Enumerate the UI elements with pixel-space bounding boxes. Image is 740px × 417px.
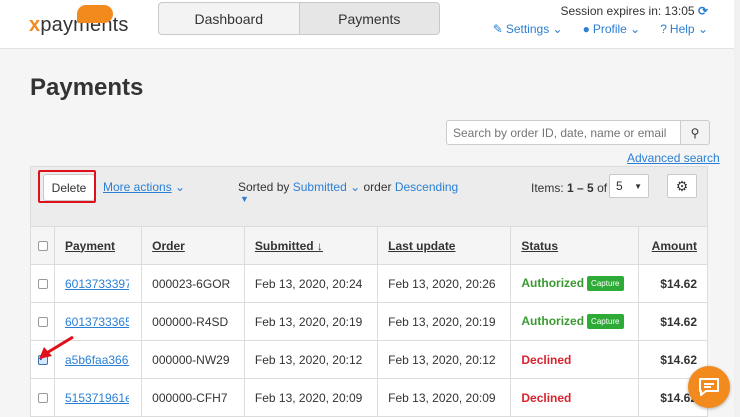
tab-payments[interactable]: Payments bbox=[298, 3, 439, 34]
sort-order-link[interactable]: Descending bbox=[395, 180, 458, 194]
submitted-cell: Feb 13, 2020, 20:12 bbox=[243, 340, 379, 379]
select-all-cell bbox=[30, 226, 55, 265]
status-cell: Declined bbox=[510, 378, 640, 417]
search-icon: ⚲ bbox=[690, 125, 700, 140]
delete-highlight-box bbox=[38, 170, 96, 203]
chat-bubble-icon bbox=[699, 378, 719, 396]
payment-id-cell: 515371961e71 bbox=[53, 378, 143, 417]
submitted-cell: Feb 13, 2020, 20:09 bbox=[243, 378, 379, 417]
submitted-cell: Feb 13, 2020, 20:19 bbox=[243, 302, 379, 341]
status-badge: Authorized bbox=[521, 313, 585, 328]
session-timer: Session expires in: 13:05 ⟳ bbox=[561, 4, 709, 18]
refresh-icon[interactable]: ⟳ bbox=[698, 4, 708, 18]
amount-cell: $14.62 bbox=[638, 302, 708, 341]
order-cell: 000023-6GOR bbox=[141, 264, 245, 303]
search-bar: ⚲ bbox=[446, 120, 710, 145]
per-page-select[interactable]: 5 ▼ bbox=[609, 174, 649, 198]
order-cell: 000000-R4SD bbox=[141, 302, 245, 341]
payment-id-link[interactable]: 515371961e71 bbox=[65, 391, 129, 405]
profile-menu[interactable]: ● Profile ⌄ bbox=[583, 22, 641, 36]
sort-controls: Sorted by Submitted ⌄ order Descending bbox=[238, 179, 458, 195]
main-tabs: Dashboard Payments bbox=[158, 2, 440, 35]
page-scrollbar[interactable] bbox=[734, 0, 740, 417]
last-update-cell: Feb 13, 2020, 20:09 bbox=[377, 378, 512, 417]
tab-dashboard[interactable]: Dashboard bbox=[159, 3, 299, 34]
help-menu[interactable]: ? Help ⌄ bbox=[660, 22, 708, 36]
col-payment[interactable]: Payment bbox=[53, 226, 143, 265]
order-cell: 000000-CFH7 bbox=[141, 378, 245, 417]
payment-id-cell: 60137333979 bbox=[53, 264, 143, 303]
table-header-row: Payment Order Submitted ↓ Last update St… bbox=[30, 226, 708, 265]
sorted-by-label: Sorted by bbox=[238, 180, 290, 194]
logo-badge-icon bbox=[77, 5, 113, 23]
help-label: Help bbox=[669, 22, 695, 36]
order-cell: 000000-NW29 bbox=[141, 340, 245, 379]
status-badge: Declined bbox=[521, 390, 572, 405]
col-status[interactable]: Status bbox=[510, 226, 640, 265]
table-row: a5b6faa3662b 000000-NW29 Feb 13, 2020, 2… bbox=[30, 340, 708, 379]
amount-cell: $14.62 bbox=[638, 264, 708, 303]
sort-field-value: Submitted bbox=[292, 180, 347, 194]
user-icon: ● bbox=[582, 22, 590, 36]
more-actions-label: More actions bbox=[103, 180, 172, 194]
logo-x: x bbox=[29, 14, 41, 36]
table-row: 515371961e71 000000-CFH7 Feb 13, 2020, 2… bbox=[30, 378, 708, 417]
payment-id-link[interactable]: 60137333979 bbox=[65, 277, 129, 291]
settings-label: Settings bbox=[505, 22, 550, 36]
gear-icon: ⚙ bbox=[675, 177, 689, 194]
items-range: 1 – 5 bbox=[567, 181, 594, 195]
order-label: order bbox=[363, 180, 392, 194]
page-title: Payments bbox=[30, 74, 144, 101]
last-update-cell: Feb 13, 2020, 20:19 bbox=[377, 302, 512, 341]
table-row: 60137333656 000000-R4SD Feb 13, 2020, 20… bbox=[30, 302, 708, 341]
capture-button[interactable]: Capture bbox=[587, 276, 624, 292]
red-arrow-annotation bbox=[39, 335, 74, 359]
wrench-icon: ✎ bbox=[492, 22, 503, 36]
settings-menu[interactable]: ✎ Settings ⌄ bbox=[493, 22, 563, 36]
chevron-down-icon: ⌄ bbox=[175, 180, 186, 194]
items-counter: Items: 1 – 5 of 5, bbox=[531, 181, 620, 195]
col-amount[interactable]: Amount bbox=[638, 226, 708, 265]
row-checkbox[interactable] bbox=[37, 393, 48, 404]
col-order[interactable]: Order bbox=[141, 226, 245, 265]
status-cell: Authorized Capture bbox=[510, 302, 640, 341]
select-all-checkbox[interactable] bbox=[37, 241, 48, 252]
settings-gear-button[interactable]: ⚙ bbox=[667, 174, 697, 198]
table-row: 60137333979 000023-6GOR Feb 13, 2020, 20… bbox=[30, 264, 708, 303]
row-checkbox[interactable] bbox=[37, 279, 48, 290]
payment-id-link[interactable]: 60137333656 bbox=[65, 315, 129, 329]
more-actions-dropdown[interactable]: More actions ⌄ bbox=[103, 180, 185, 194]
row-select-cell bbox=[30, 378, 55, 417]
last-update-cell: Feb 13, 2020, 20:12 bbox=[377, 340, 512, 379]
status-cell: Authorized Capture bbox=[510, 264, 640, 303]
col-submitted[interactable]: Submitted ↓ bbox=[243, 226, 379, 265]
row-checkbox[interactable] bbox=[37, 317, 48, 328]
top-nav: ✎ Settings ⌄ ● Profile ⌄ ? Help ⌄ bbox=[493, 22, 708, 36]
capture-button[interactable]: Capture bbox=[587, 314, 624, 330]
search-input[interactable] bbox=[446, 120, 680, 145]
status-badge: Authorized bbox=[521, 275, 585, 290]
chat-button[interactable] bbox=[688, 366, 730, 408]
search-button[interactable]: ⚲ bbox=[680, 120, 710, 145]
row-select-cell bbox=[30, 264, 55, 303]
status-cell: Declined bbox=[510, 340, 640, 379]
top-header: xpayments Dashboard Payments Session exp… bbox=[0, 0, 740, 49]
profile-label: Profile bbox=[592, 22, 627, 36]
sort-field-dropdown[interactable]: Submitted ⌄ bbox=[293, 180, 360, 194]
last-update-cell: Feb 13, 2020, 20:26 bbox=[377, 264, 512, 303]
caret-down-icon: ▼ bbox=[634, 181, 642, 191]
advanced-search-link[interactable]: Advanced search bbox=[627, 151, 720, 165]
col-last-update[interactable]: Last update bbox=[377, 226, 512, 265]
help-icon: ? bbox=[660, 22, 667, 36]
per-page-value: 5 bbox=[616, 179, 623, 193]
xpayments-logo[interactable]: xpayments bbox=[29, 5, 129, 37]
session-text: Session expires in: 13:05 bbox=[560, 4, 695, 18]
payments-table: Payment Order Submitted ↓ Last update St… bbox=[30, 226, 708, 417]
items-prefix: Items: bbox=[531, 181, 564, 195]
chevron-down-icon[interactable]: ▼ bbox=[240, 194, 249, 204]
status-badge: Declined bbox=[521, 352, 572, 367]
submitted-cell: Feb 13, 2020, 20:24 bbox=[243, 264, 379, 303]
payments-toolbar: Delete More actions ⌄ Sorted by Submitte… bbox=[30, 166, 708, 227]
